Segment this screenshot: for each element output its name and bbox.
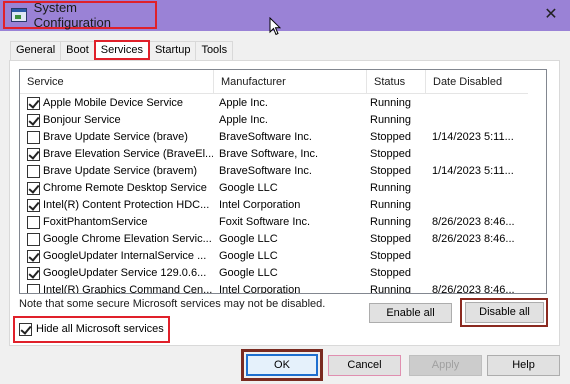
service-checkbox[interactable] [27,199,40,212]
service-name: Bonjour Service [43,114,121,126]
service-name: Google Chrome Elevation Servic... [43,233,212,245]
service-date-disabled: 8/26/2023 8:46... [432,216,515,228]
service-checkbox[interactable] [27,182,40,195]
service-row[interactable]: GoogleUpdater Service 129.0.6... Google L… [20,265,528,282]
service-status: Running [370,284,411,294]
service-manufacturer: Apple Inc. [219,114,268,126]
service-status: Stopped [370,165,411,177]
tab-boot[interactable]: Boot [60,41,95,60]
service-name: FoxitPhantomService [43,216,148,228]
service-manufacturer: Google LLC [219,250,278,262]
service-name: Brave Update Service (brave) [43,131,188,143]
disable-all-button[interactable]: Disable all [465,302,544,323]
service-name: Apple Mobile Device Service [43,97,184,109]
service-manufacturer: Brave Software, Inc. [219,148,319,160]
service-checkbox[interactable] [27,148,40,161]
service-row[interactable]: GoogleUpdater InternalService ... Google … [20,248,528,265]
service-manufacturer: Intel Corporation [219,199,301,211]
service-name: Intel(R) Content Protection HDC... [43,199,210,211]
service-date-disabled: 1/14/2023 5:11... [432,131,514,143]
service-row[interactable]: Intel(R) Graphics Command Cen... Intel Co… [20,282,528,294]
service-row[interactable]: Chrome Remote Desktop Service Google LLC R… [20,180,528,197]
service-name: GoogleUpdater Service 129.0.6... [43,267,207,279]
column-header-manufacturer[interactable]: Manufacturer [214,70,367,94]
service-status: Running [370,199,411,211]
service-checkbox[interactable] [27,250,40,263]
mouse-cursor-icon [269,17,281,36]
service-status: Stopped [370,131,411,143]
service-checkbox[interactable] [27,216,40,229]
service-name: Intel(R) Graphics Command Cen... [43,284,213,294]
service-status: Running [370,182,411,194]
service-status: Stopped [370,148,411,160]
tab-tools[interactable]: Tools [195,41,234,60]
service-status: Running [370,216,411,228]
hide-microsoft-services-label[interactable]: Hide all Microsoft services [36,323,164,336]
close-icon[interactable]: ✕ [540,4,562,26]
hide-microsoft-services-checkbox[interactable] [19,323,32,336]
service-row[interactable]: FoxitPhantomService Foxit Software Inc. Ru… [20,214,528,231]
service-row[interactable]: Google Chrome Elevation Servic... Google … [20,231,528,248]
service-date-disabled: 8/26/2023 8:46... [432,284,515,294]
service-row[interactable]: Intel(R) Content Protection HDC... Intel … [20,197,528,214]
window-title: System Configuration [33,0,111,30]
service-checkbox[interactable] [27,284,40,293]
tab-services[interactable]: Services [93,40,150,60]
service-checkbox[interactable] [27,267,40,280]
service-row[interactable]: Brave Elevation Service (BraveEl... Brave… [20,146,528,163]
secure-services-note: Note that some secure Microsoft services… [19,298,326,310]
title-bar: System Configuration ✕ [0,0,570,36]
services-list[interactable]: Service Manufacturer Status Date Disable… [19,69,547,294]
tab-startup[interactable]: Startup [148,41,197,60]
service-checkbox[interactable] [27,114,40,127]
service-date-disabled [432,265,528,282]
service-status: Stopped [370,267,411,279]
service-checkbox[interactable] [27,131,40,144]
column-header-status[interactable]: Status [367,70,426,94]
service-date-disabled [432,197,528,214]
service-manufacturer: Apple Inc. [219,97,268,109]
ok-button[interactable]: OK [246,354,318,376]
service-date-disabled [432,146,528,163]
service-status: Stopped [370,250,411,262]
service-name: Brave Elevation Service (BraveEl... [43,148,213,160]
service-name: Chrome Remote Desktop Service [43,182,207,194]
msconfig-icon [11,8,27,22]
service-row[interactable]: Apple Mobile Device Service Apple Inc. Run… [20,95,528,112]
enable-all-button[interactable]: Enable all [369,303,452,323]
tab-general[interactable]: General [10,41,62,60]
service-status: Stopped [370,233,411,245]
service-manufacturer: Google LLC [219,182,278,194]
service-manufacturer: BraveSoftware Inc. [219,165,312,177]
service-checkbox[interactable] [27,233,40,246]
apply-button[interactable]: Apply [409,355,482,376]
list-header: Service Manufacturer Status Date Disable… [20,70,528,94]
service-date-disabled [432,248,528,265]
service-row[interactable]: Brave Update Service (bravem) BraveSoftwa… [20,163,528,180]
service-row[interactable]: Brave Update Service (brave) BraveSoftwar… [20,129,528,146]
service-name: GoogleUpdater InternalService ... [43,250,207,262]
service-manufacturer: Google LLC [219,233,278,245]
service-date-disabled [432,180,528,197]
service-status: Running [370,97,411,109]
service-date-disabled: 8/26/2023 8:46... [432,233,515,245]
tab-strip: General Boot Services Startup Tools [10,40,234,60]
column-header-date-disabled[interactable]: Date Disabled [426,70,528,94]
column-header-service[interactable]: Service [20,70,214,94]
service-row[interactable]: Bonjour Service Apple Inc. Running [20,112,528,129]
service-date-disabled [432,112,528,129]
service-manufacturer: Google LLC [219,267,278,279]
service-name: Brave Update Service (bravem) [43,165,198,177]
help-button[interactable]: Help [487,355,560,376]
title-highlight: System Configuration [3,0,157,30]
service-manufacturer: Intel Corporation [219,284,301,294]
service-manufacturer: Foxit Software Inc. [219,216,311,228]
service-status: Running [370,114,411,126]
service-date-disabled [432,95,528,112]
service-date-disabled: 1/14/2023 5:11... [432,165,514,177]
service-checkbox[interactable] [27,165,40,178]
cancel-button[interactable]: Cancel [328,355,401,376]
service-checkbox[interactable] [27,97,40,110]
service-manufacturer: BraveSoftware Inc. [219,131,312,143]
